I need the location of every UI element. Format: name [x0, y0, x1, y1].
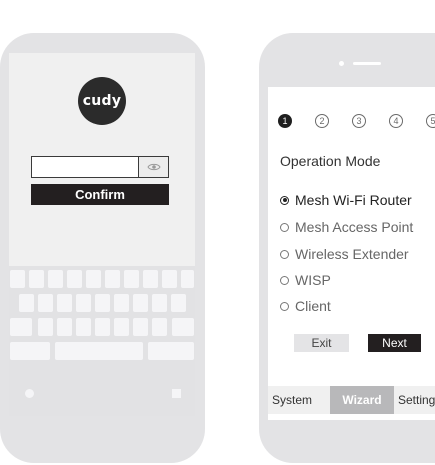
mode-label: Client — [295, 298, 331, 314]
backspace-key[interactable] — [172, 318, 194, 336]
keyboard-key[interactable] — [133, 294, 148, 312]
mode-option-mesh-access-point[interactable]: Mesh Access Point — [280, 218, 413, 236]
keyboard-key[interactable] — [86, 270, 101, 288]
operation-mode-title: Operation Mode — [280, 153, 381, 169]
mode-option-wireless-extender[interactable]: Wireless Extender — [280, 245, 409, 263]
keyboard-key[interactable] — [162, 270, 177, 288]
stage: cudy Confirm 1 2 3 4 5 Operation Mode Me… — [0, 0, 435, 465]
onscreen-keyboard — [9, 266, 195, 416]
mode-label: WISP — [295, 272, 331, 288]
keyboard-key[interactable] — [48, 270, 63, 288]
exit-button[interactable]: Exit — [294, 334, 349, 352]
keyboard-key[interactable] — [19, 294, 34, 312]
radio-selected-icon — [280, 195, 289, 205]
keyboard-key[interactable] — [152, 318, 167, 336]
keyboard-key[interactable] — [29, 270, 44, 288]
login-screen: cudy Confirm — [9, 53, 195, 416]
mode-option-mesh-wifi-router[interactable]: Mesh Wi-Fi Router — [280, 191, 412, 209]
step-indicator-2: 2 — [315, 114, 329, 128]
tab-system[interactable]: System — [272, 386, 312, 414]
keyboard-key[interactable] — [76, 294, 91, 312]
keyboard-key[interactable] — [95, 294, 110, 312]
keyboard-key[interactable] — [181, 270, 194, 288]
keyboard-key[interactable] — [114, 318, 129, 336]
keyboard-key[interactable] — [105, 270, 120, 288]
keyboard-key[interactable] — [152, 294, 167, 312]
step-indicator-5: 5 — [426, 114, 435, 128]
space-key[interactable] — [55, 342, 143, 360]
keyboard-key[interactable] — [133, 318, 148, 336]
keyboard-key[interactable] — [57, 294, 72, 312]
keyboard-key[interactable] — [95, 318, 110, 336]
mode-label: Mesh Wi-Fi Router — [295, 192, 412, 208]
front-camera — [339, 61, 344, 66]
password-input[interactable] — [31, 156, 139, 178]
step-indicator-3: 3 — [352, 114, 366, 128]
mode-option-wisp[interactable]: WISP — [280, 271, 331, 289]
next-button[interactable]: Next — [368, 334, 421, 352]
step-indicator-1: 1 — [278, 114, 292, 128]
radio-empty-icon — [280, 275, 289, 285]
confirm-button[interactable]: Confirm — [31, 184, 169, 205]
mode-label: Mesh Access Point — [295, 219, 414, 235]
wizard-screen: 1 2 3 4 5 Operation Mode Mesh Wi-Fi Rout… — [268, 87, 435, 420]
numbers-key[interactable] — [10, 342, 50, 360]
keyboard-key[interactable] — [143, 270, 158, 288]
speaker-grille — [353, 62, 381, 65]
keyboard-key[interactable] — [124, 270, 139, 288]
tab-settings[interactable]: Settings — [398, 386, 435, 414]
keyboard-key[interactable] — [38, 294, 53, 312]
keyboard-key[interactable] — [57, 318, 72, 336]
dictation-key[interactable] — [172, 389, 181, 398]
keyboard-key[interactable] — [10, 270, 25, 288]
shift-key[interactable] — [10, 318, 32, 336]
bottom-tab-bar: System Wizard Settings — [268, 386, 435, 414]
show-password-button[interactable] — [138, 156, 169, 178]
keyboard-key[interactable] — [171, 294, 186, 312]
keyboard-key[interactable] — [38, 318, 53, 336]
keyboard-key[interactable] — [114, 294, 129, 312]
mode-label: Wireless Extender — [295, 246, 409, 262]
radio-empty-icon — [280, 222, 289, 232]
step-indicator-4: 4 — [389, 114, 403, 128]
globe-key[interactable] — [25, 389, 34, 398]
radio-empty-icon — [280, 249, 289, 259]
return-key[interactable] — [148, 342, 194, 360]
eye-icon — [146, 163, 161, 171]
radio-empty-icon — [280, 301, 289, 311]
mode-option-client[interactable]: Client — [280, 297, 331, 315]
keyboard-key[interactable] — [67, 270, 82, 288]
cudy-logo: cudy — [78, 77, 126, 125]
tab-wizard[interactable]: Wizard — [330, 386, 394, 414]
keyboard-key[interactable] — [76, 318, 91, 336]
